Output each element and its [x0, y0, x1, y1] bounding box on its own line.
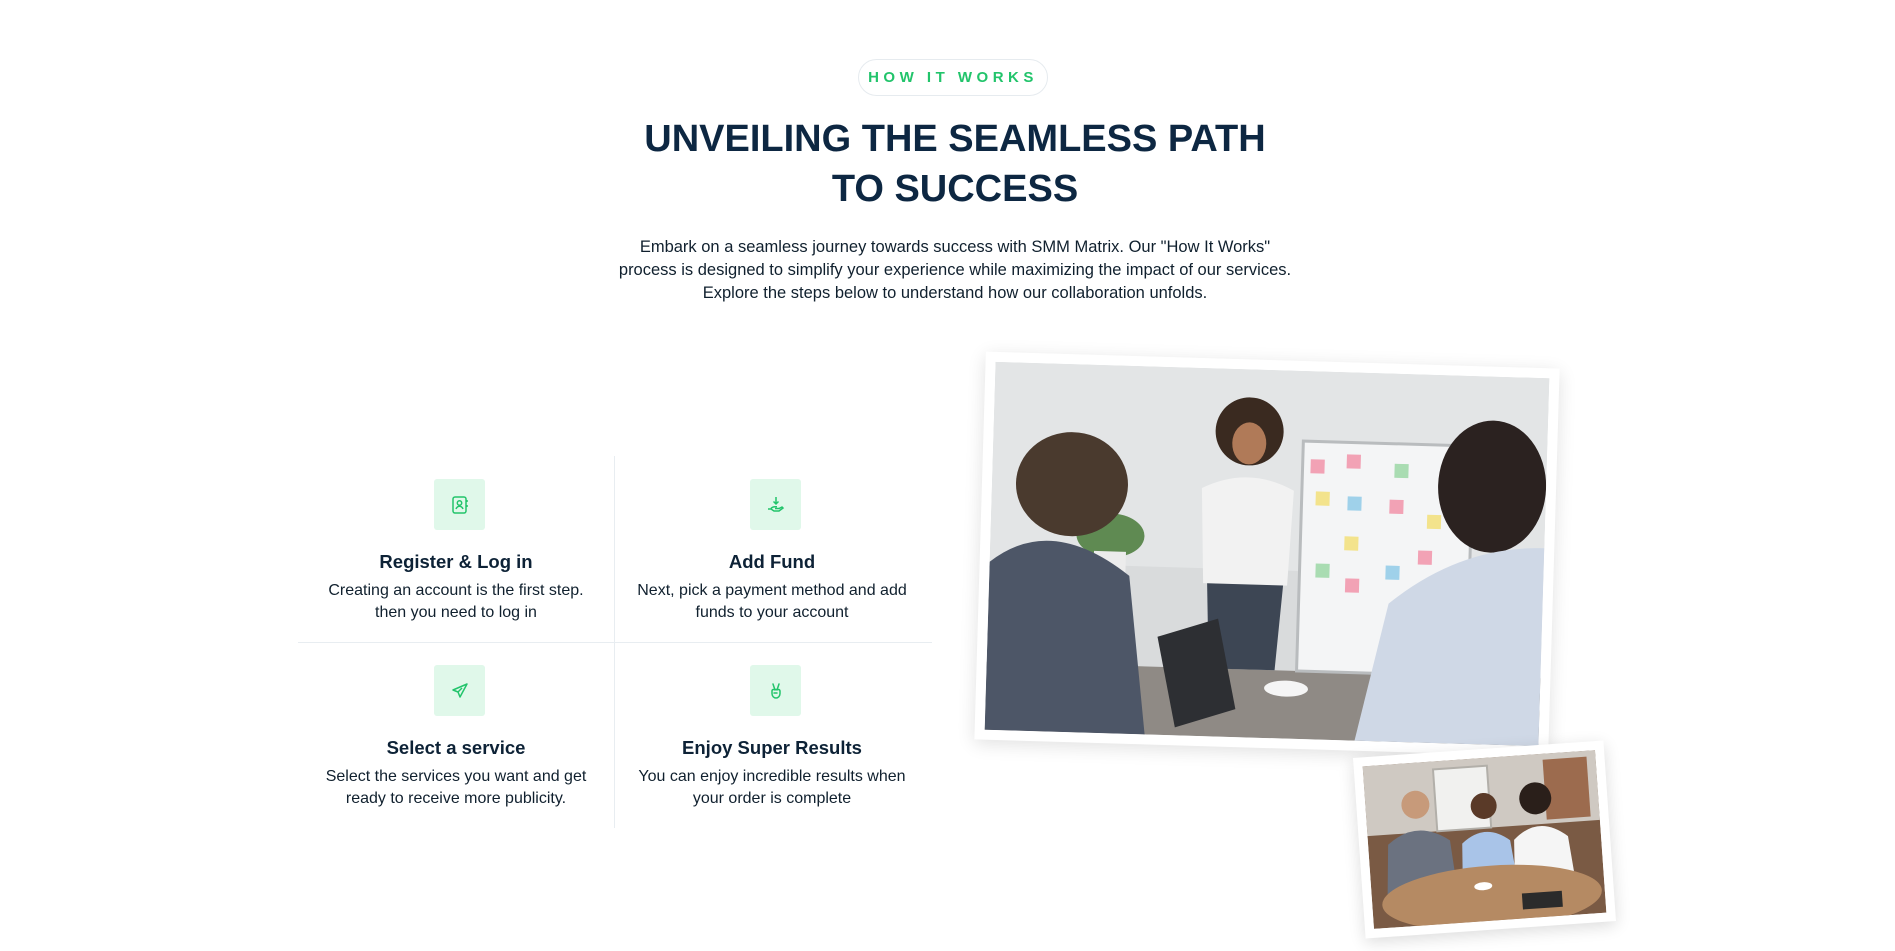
step-description: Creating an account is the first step. t…	[328, 582, 584, 621]
step-select-service: Select a service Select the services you…	[298, 642, 614, 828]
step-title: Add Fund	[728, 551, 816, 572]
section-title: UNVEILING THE SEAMLESS PATH TO SUCCESS	[560, 114, 1350, 214]
team-presentation-photo	[974, 351, 1560, 757]
step-description: Select the services you want and get rea…	[325, 768, 587, 807]
step-title: Select a service	[386, 737, 526, 758]
paper-plane-icon	[434, 665, 485, 716]
team-meeting-photo	[1352, 740, 1617, 939]
section-title-line-1: UNVEILING THE SEAMLESS PATH	[644, 118, 1266, 160]
steps-grid: Register & Log in Creating an account is…	[298, 456, 932, 828]
peace-hand-icon	[750, 665, 801, 716]
step-title: Register & Log in	[379, 551, 533, 572]
hand-money-icon	[750, 479, 801, 530]
step-enjoy-results: Enjoy Super Results You can enjoy incred…	[614, 642, 930, 828]
step-description: You can enjoy incredible results when yo…	[638, 768, 906, 807]
section-title-line-2: TO SUCCESS	[831, 168, 1079, 210]
section-badge: HOW IT WORKS	[858, 59, 1048, 96]
section-intro: Embark on a seamless journey towards suc…	[618, 238, 1292, 302]
step-register: Register & Log in Creating an account is…	[298, 456, 614, 642]
contact-book-icon	[434, 479, 485, 530]
step-add-fund: Add Fund Next, pick a payment method and…	[614, 456, 930, 642]
step-title: Enjoy Super Results	[682, 737, 862, 758]
step-description: Next, pick a payment method and add fund…	[637, 582, 907, 621]
